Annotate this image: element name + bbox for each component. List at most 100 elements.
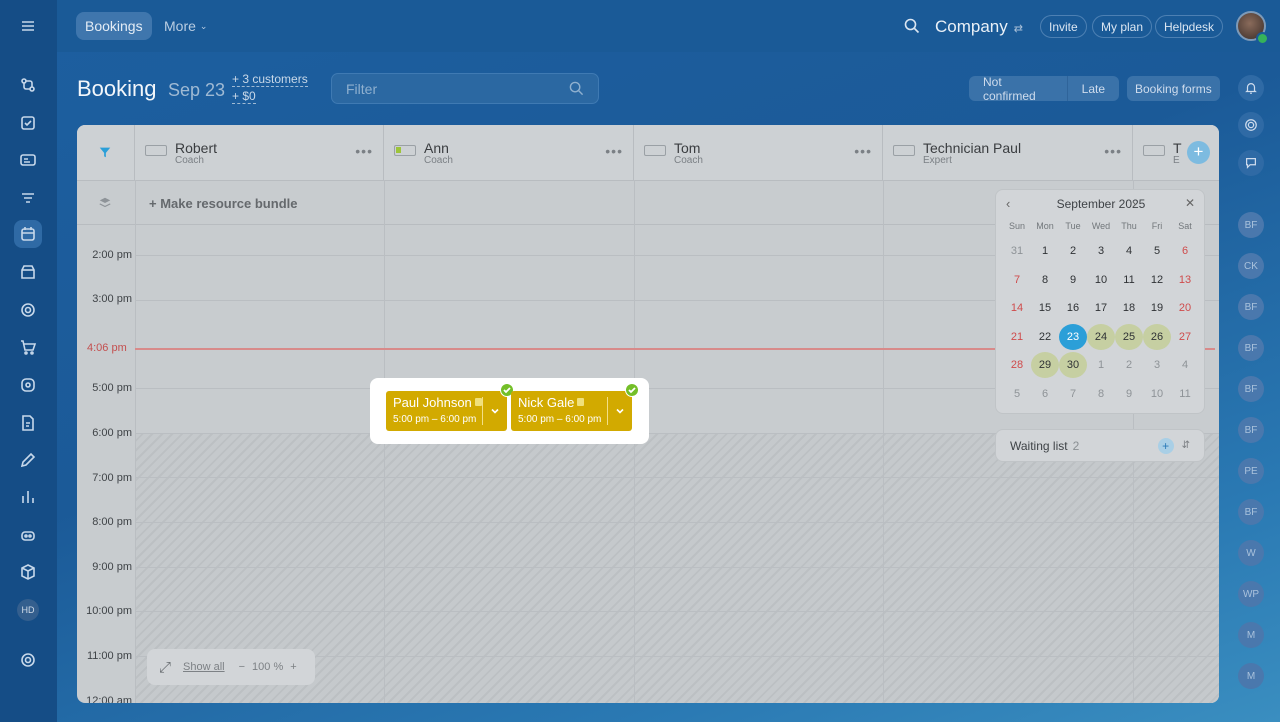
zoom-in-button[interactable]: + [290, 661, 296, 673]
tasks-icon[interactable] [14, 109, 42, 137]
late-button[interactable]: Late [1068, 76, 1119, 101]
copilot-icon[interactable] [1238, 112, 1264, 138]
calendar-day[interactable]: 10 [1143, 381, 1171, 407]
booking-card[interactable]: Nick Gale 5:00 pm – 6:00 pm [511, 391, 632, 431]
add-waiting-icon[interactable]: + [1157, 437, 1174, 454]
calendar-day[interactable]: 25 [1115, 323, 1143, 350]
calendar-day[interactable]: 20 [1171, 295, 1199, 321]
calendar-day[interactable]: 11 [1171, 381, 1199, 407]
more-dots-icon[interactable]: ••• [854, 143, 872, 159]
calendar-day[interactable]: 6 [1171, 238, 1199, 264]
calendar-day[interactable]: 3 [1143, 352, 1171, 378]
resource-column-partial[interactable]: T E + [1133, 125, 1219, 180]
booking-forms-button[interactable]: Booking forms [1127, 76, 1220, 101]
sort-arrows-icon[interactable]: ⇵ [1182, 440, 1190, 451]
company-name[interactable]: Company ⇄ [935, 17, 1023, 37]
page-date[interactable]: Sep 23 [168, 80, 225, 101]
chevron-down-icon[interactable] [490, 403, 500, 414]
my-plan-button[interactable]: My plan [1092, 15, 1153, 38]
calendar-day[interactable]: 17 [1087, 295, 1115, 321]
contact-avatar[interactable]: BF [1238, 335, 1264, 361]
more-dots-icon[interactable]: ••• [605, 143, 623, 159]
calendar-day[interactable]: 11 [1115, 267, 1143, 293]
calendar-day[interactable]: 27 [1171, 324, 1199, 350]
helpdesk-button[interactable]: Helpdesk [1155, 15, 1224, 38]
document-sign-icon[interactable] [14, 409, 42, 437]
expand-icon[interactable]: ⤢ [159, 659, 171, 676]
crm-icon[interactable] [14, 71, 42, 99]
calendar-day[interactable]: 30 [1059, 352, 1087, 378]
robot-icon[interactable] [14, 521, 42, 549]
calendar-day[interactable]: 23 [1059, 323, 1087, 350]
calendar-day[interactable]: 14 [1003, 295, 1031, 321]
bell-icon[interactable] [1238, 75, 1264, 101]
calendar-day[interactable]: 9 [1059, 267, 1087, 293]
add-resource-button[interactable]: + [1187, 141, 1210, 164]
store-icon[interactable] [14, 258, 42, 286]
contact-avatar[interactable]: BF [1238, 417, 1264, 443]
calendar-day[interactable]: 26 [1143, 323, 1171, 350]
contact-avatar[interactable]: BF [1238, 499, 1264, 525]
calendar-day[interactable]: 19 [1143, 295, 1171, 321]
contact-avatar[interactable]: WP [1238, 581, 1264, 607]
show-all-button[interactable]: Show all [183, 661, 225, 673]
calendar-day[interactable]: 16 [1059, 295, 1087, 321]
calendar-day[interactable]: 7 [1003, 267, 1031, 293]
nav-bookings[interactable]: Bookings [76, 12, 152, 40]
contact-avatar[interactable]: BF [1238, 294, 1264, 320]
user-initials-avatar[interactable]: HD [17, 599, 39, 621]
resource-column-tom[interactable]: Tom Coach ••• [634, 125, 883, 180]
filter-funnel-icon[interactable] [14, 184, 42, 212]
contact-avatar[interactable]: BF [1238, 376, 1264, 402]
contact-avatar[interactable]: M [1238, 663, 1264, 689]
analytics-icon[interactable] [14, 483, 42, 511]
more-dots-icon[interactable]: ••• [355, 143, 373, 159]
calendar-day[interactable]: 1 [1087, 352, 1115, 378]
zoom-out-button[interactable]: − [239, 661, 245, 673]
calendar-day[interactable]: 6 [1031, 381, 1059, 407]
calendar-day[interactable]: 31 [1003, 238, 1031, 264]
calendar-day[interactable]: 2 [1059, 238, 1087, 264]
contact-avatar[interactable]: W [1238, 540, 1264, 566]
contact-avatar[interactable]: CK [1238, 253, 1264, 279]
search-icon[interactable] [904, 18, 920, 34]
invite-button[interactable]: Invite [1040, 15, 1087, 38]
chevron-down-icon[interactable] [615, 403, 625, 414]
calendar-day[interactable]: 2 [1115, 352, 1143, 378]
target-icon[interactable] [14, 296, 42, 324]
calendar-day[interactable]: 1 [1031, 238, 1059, 264]
menu-icon[interactable] [14, 12, 42, 40]
amount-total[interactable]: + $0 [232, 89, 256, 104]
booking-card[interactable]: Paul Johnson 5:00 pm – 6:00 pm [386, 391, 507, 431]
cart-icon[interactable] [14, 333, 42, 361]
calendar-day[interactable]: 4 [1115, 238, 1143, 264]
pen-icon[interactable] [14, 446, 42, 474]
calendar-day[interactable]: 8 [1087, 381, 1115, 407]
contact-avatar[interactable]: BF [1238, 212, 1264, 238]
waiting-list[interactable]: Waiting list 2 + ⇵ [995, 429, 1205, 462]
funnel-icon[interactable] [98, 145, 112, 159]
calendar-day[interactable]: 29 [1031, 352, 1059, 378]
make-resource-bundle-button[interactable]: + Make resource bundle [149, 196, 297, 211]
calendar-day[interactable]: 18 [1115, 295, 1143, 321]
calendar-day[interactable]: 24 [1087, 323, 1115, 350]
resource-column-ann[interactable]: Ann Coach ••• [384, 125, 634, 180]
close-icon[interactable]: ✕ [1185, 196, 1195, 210]
calendar-day[interactable]: 28 [1003, 352, 1031, 378]
calendar-day[interactable]: 4 [1171, 352, 1199, 378]
calendar-day[interactable]: 15 [1031, 295, 1059, 321]
calendar-day[interactable]: 8 [1031, 267, 1059, 293]
calendar-day[interactable]: 3 [1087, 238, 1115, 264]
calendar-day[interactable]: 5 [1003, 381, 1031, 407]
chat-icon[interactable] [1238, 150, 1264, 176]
resource-column-technician-paul[interactable]: Technician Paul Expert ••• [883, 125, 1133, 180]
filter-input[interactable]: Filter [331, 73, 599, 104]
contacts-card-icon[interactable] [14, 146, 42, 174]
booking-calendar-icon[interactable] [14, 220, 42, 248]
contact-avatar[interactable]: M [1238, 622, 1264, 648]
calendar-day[interactable]: 7 [1059, 381, 1087, 407]
resource-column-robert[interactable]: Robert Coach ••• [135, 125, 384, 180]
nav-more[interactable]: More ⌄ [155, 12, 216, 40]
calendar-day[interactable]: 21 [1003, 324, 1031, 350]
not-confirmed-button[interactable]: Not confirmed [969, 75, 1068, 103]
